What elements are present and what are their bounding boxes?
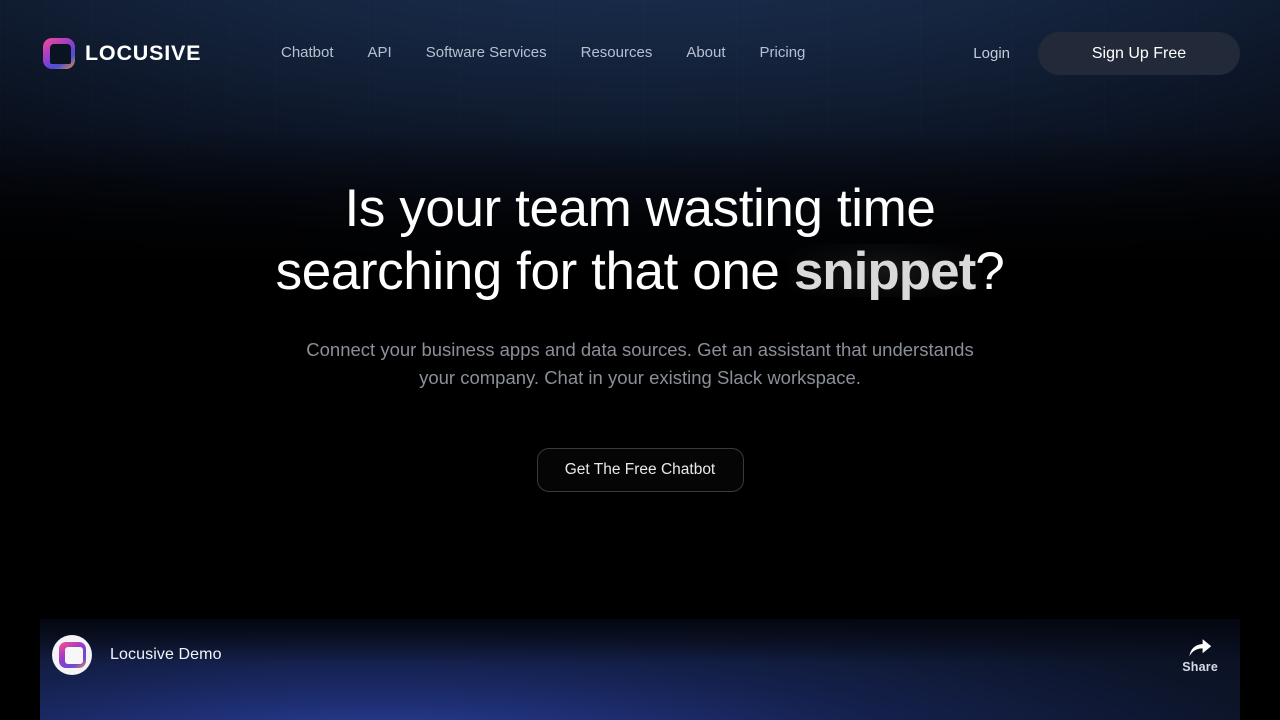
locusive-avatar-icon bbox=[58, 642, 86, 668]
headline-line-2: searching for that one snippet? bbox=[0, 240, 1280, 303]
hero-subtitle: Connect your business apps and data sour… bbox=[0, 336, 1280, 392]
video-header-bar: Locusive Demo Share bbox=[40, 619, 1240, 691]
login-link[interactable]: Login bbox=[963, 32, 1038, 75]
subtitle-line-2: your company. Chat in your existing Slac… bbox=[419, 367, 861, 388]
share-button[interactable]: Share bbox=[1182, 636, 1222, 674]
headline-emphasis-wrap: snippet bbox=[787, 240, 982, 303]
video-player[interactable]: Locusive Demo Share bbox=[40, 619, 1240, 720]
headline-line-1: Is your team wasting time bbox=[344, 179, 936, 238]
avatar bbox=[52, 635, 92, 675]
brand-logo[interactable]: LOCUSIVE bbox=[43, 38, 201, 69]
locusive-logo-icon bbox=[43, 38, 75, 69]
headline-line-2-suffix: ? bbox=[975, 242, 1005, 301]
brand-name: LOCUSIVE bbox=[85, 41, 202, 65]
video-title: Locusive Demo bbox=[110, 646, 222, 663]
nav-item-pricing[interactable]: Pricing bbox=[743, 42, 823, 64]
get-free-chatbot-button[interactable]: Get The Free Chatbot bbox=[536, 448, 744, 492]
nav-item-about[interactable]: About bbox=[669, 42, 742, 64]
nav-item-resources[interactable]: Resources bbox=[564, 42, 670, 64]
subtitle-line-1: Connect your business apps and data sour… bbox=[306, 339, 974, 360]
nav-item-chatbot[interactable]: Chatbot bbox=[281, 42, 351, 64]
nav-item-api[interactable]: API bbox=[351, 42, 409, 64]
headline-emphasis-word: snippet bbox=[793, 242, 976, 301]
landing-page: LOCUSIVE Chatbot API Software Services R… bbox=[0, 0, 1280, 720]
signup-free-button[interactable]: Sign Up Free bbox=[1038, 32, 1240, 75]
page-title: Is your team wasting time searching for … bbox=[0, 177, 1280, 303]
site-header: LOCUSIVE Chatbot API Software Services R… bbox=[0, 0, 1280, 107]
share-arrow-icon bbox=[1189, 639, 1212, 657]
header-actions: Login Sign Up Free bbox=[963, 32, 1240, 75]
nav-item-software-services[interactable]: Software Services bbox=[409, 42, 564, 64]
headline-line-2-prefix: searching for that one bbox=[275, 242, 794, 301]
main-navigation: Chatbot API Software Services Resources … bbox=[281, 42, 822, 64]
share-label: Share bbox=[1182, 660, 1218, 674]
hero-cta-container: Get The Free Chatbot bbox=[0, 448, 1280, 492]
